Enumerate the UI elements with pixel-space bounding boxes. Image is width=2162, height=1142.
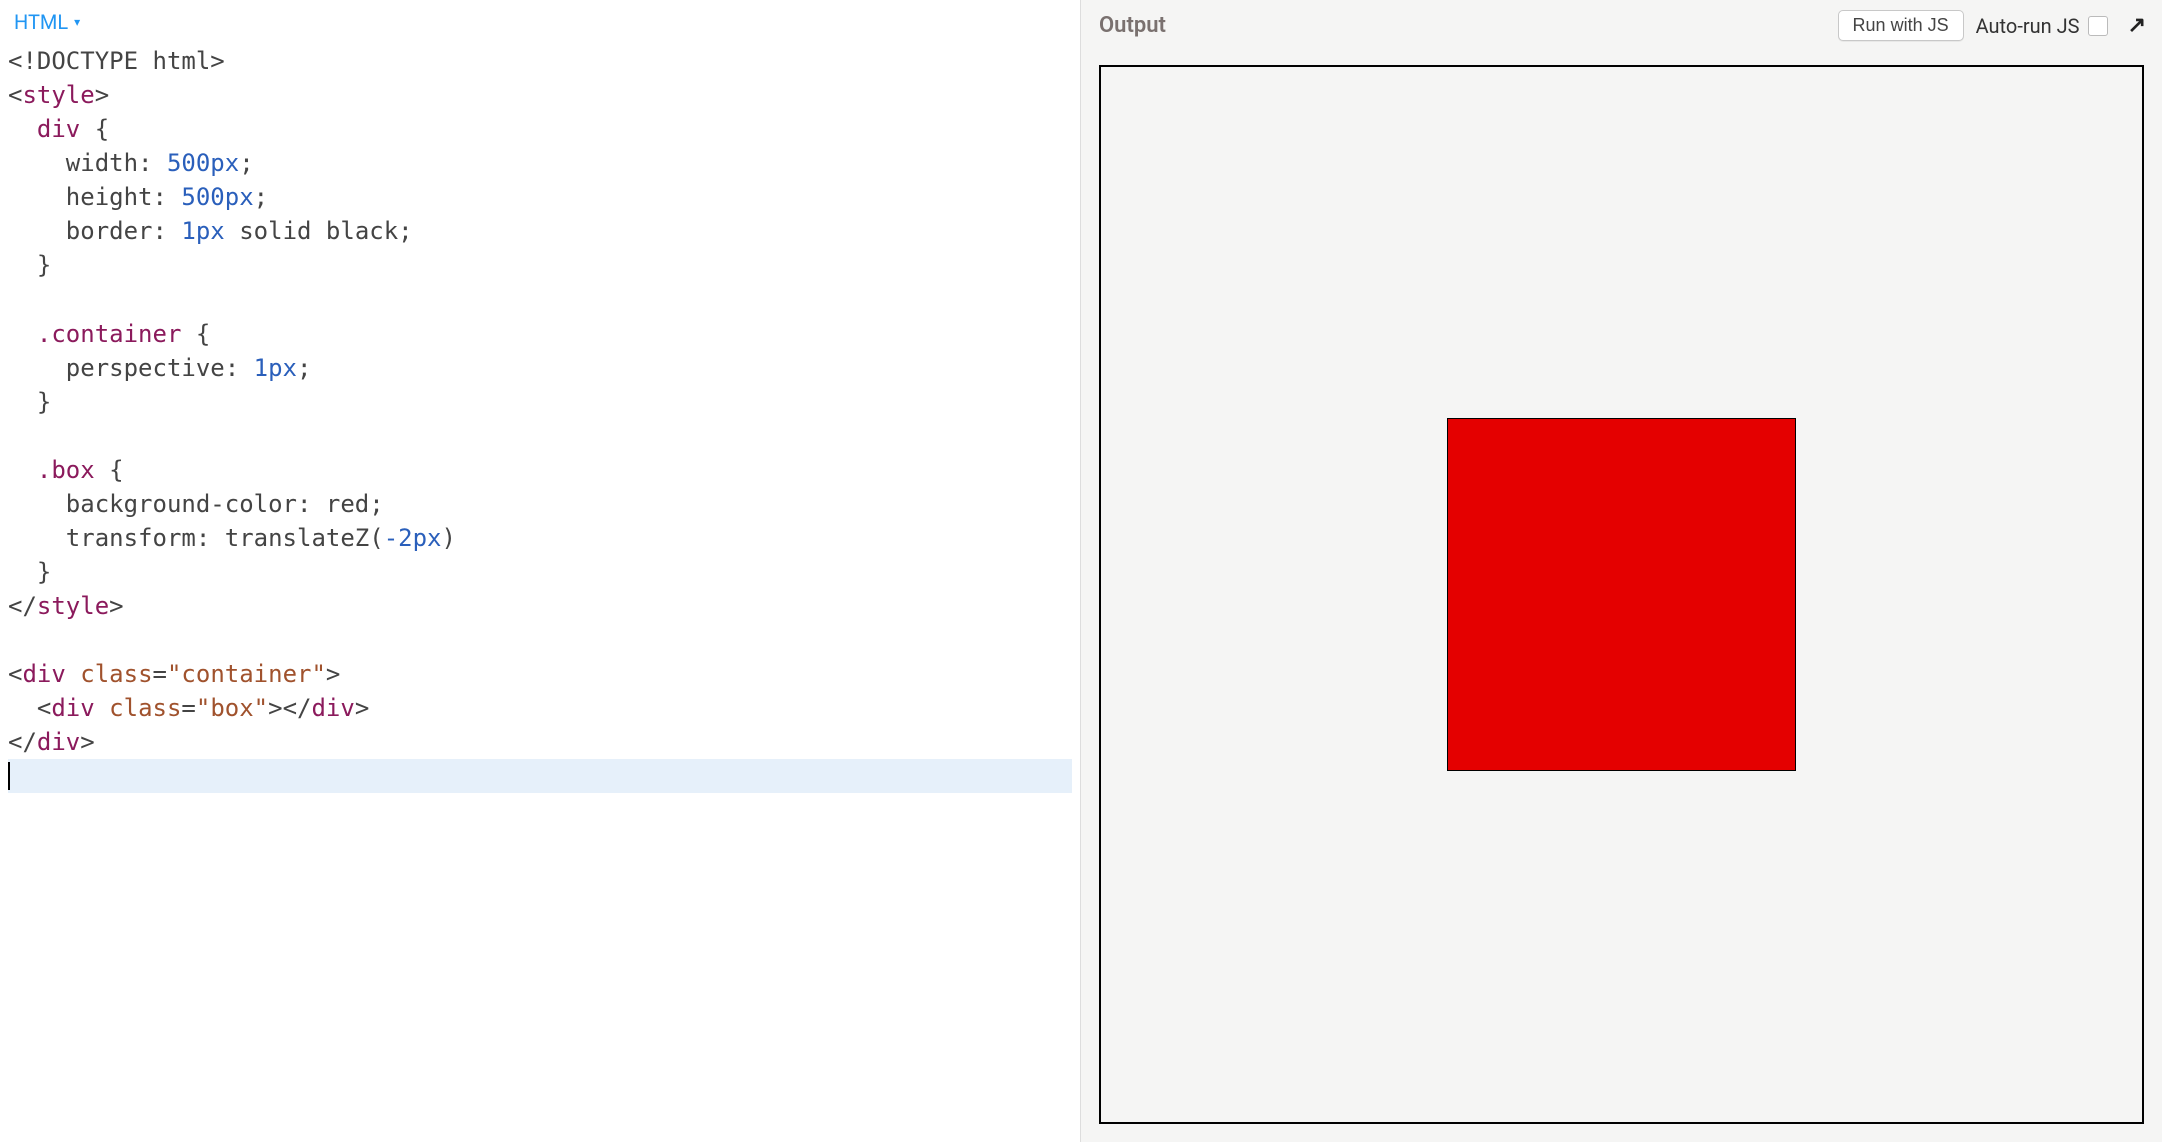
auto-run-toggle[interactable]: Auto-run JS [1976,14,2108,38]
code-line[interactable]: .box { [8,453,1072,487]
text-cursor [8,762,10,790]
output-preview [1081,49,2162,1142]
preview-box [1447,418,1796,771]
code-line[interactable]: border: 1px solid black; [8,214,1072,248]
code-editor[interactable]: <!DOCTYPE html><style> div { width: 500p… [0,40,1080,1142]
code-line[interactable]: <div class="container"> [8,657,1072,691]
code-line[interactable] [8,419,1072,453]
language-selector[interactable]: HTML ▾ [0,0,1080,40]
code-line[interactable] [8,759,1072,793]
code-line[interactable]: <div class="box"></div> [8,691,1072,725]
code-line[interactable]: <!DOCTYPE html> [8,44,1072,78]
output-pane: Output Run with JS Auto-run JS ↗ [1081,0,2162,1142]
code-line[interactable] [8,283,1072,317]
auto-run-label: Auto-run JS [1976,14,2080,38]
run-with-js-button[interactable]: Run with JS [1838,10,1964,41]
output-title: Output [1099,13,1826,38]
code-line[interactable]: } [8,385,1072,419]
preview-container [1099,65,2144,1124]
code-line[interactable]: } [8,248,1072,282]
auto-run-checkbox[interactable] [2088,16,2108,36]
output-header: Output Run with JS Auto-run JS ↗ [1081,0,2162,49]
expand-icon[interactable]: ↗ [2128,13,2146,38]
code-line[interactable]: background-color: red; [8,487,1072,521]
editor-pane: HTML ▾ <!DOCTYPE html><style> div { widt… [0,0,1081,1142]
code-line[interactable]: div { [8,112,1072,146]
chevron-down-icon: ▾ [74,15,80,29]
code-line[interactable]: } [8,555,1072,589]
code-line[interactable]: width: 500px; [8,146,1072,180]
code-line[interactable]: </style> [8,589,1072,623]
code-line[interactable]: </div> [8,725,1072,759]
code-line[interactable]: perspective: 1px; [8,351,1072,385]
code-line[interactable]: transform: translateZ(-2px) [8,521,1072,555]
code-line[interactable] [8,623,1072,657]
code-line[interactable]: .container { [8,317,1072,351]
language-label: HTML [14,10,68,34]
code-line[interactable]: <style> [8,78,1072,112]
code-line[interactable]: height: 500px; [8,180,1072,214]
